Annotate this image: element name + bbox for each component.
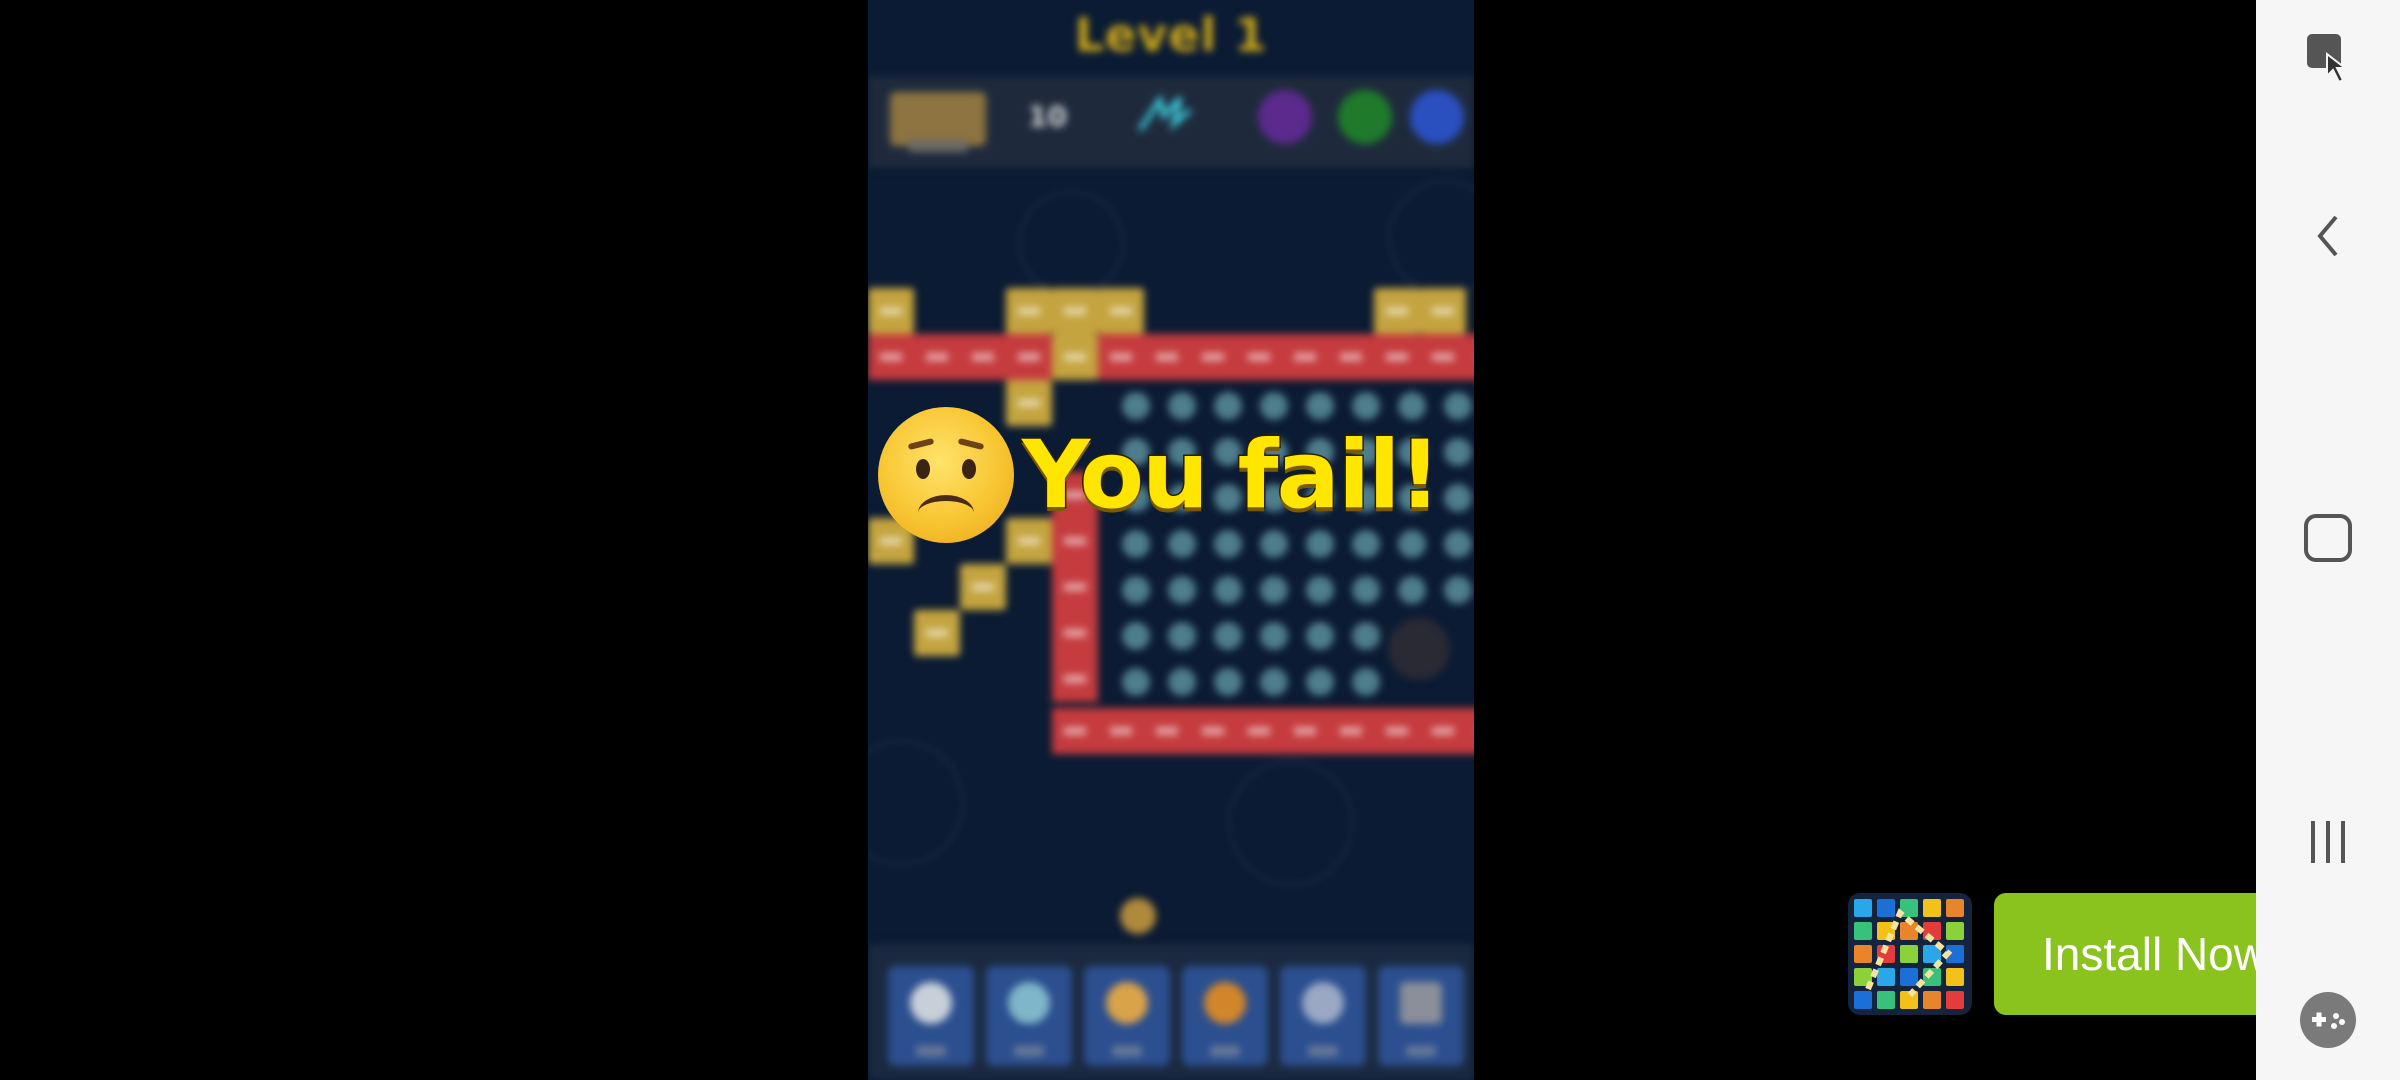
red-brick <box>1144 708 1190 754</box>
shield-powerup[interactable] <box>1280 966 1366 1066</box>
orb-target <box>1214 668 1242 696</box>
red-brick <box>1190 708 1236 754</box>
fail-banner: You fail! <box>878 400 1468 550</box>
red-brick <box>1420 334 1466 380</box>
orb-target <box>1260 622 1288 650</box>
recents-icon[interactable] <box>2298 812 2358 872</box>
red-brick <box>1006 334 1052 380</box>
ball-launcher[interactable] <box>1120 898 1156 934</box>
orb-target <box>1260 576 1288 604</box>
red-brick <box>1328 334 1374 380</box>
red-brick <box>1098 334 1144 380</box>
bomb-enemy <box>1388 618 1450 680</box>
gold-brick <box>914 610 960 656</box>
red-brick <box>1052 708 1098 754</box>
rocket-powerup[interactable] <box>888 966 974 1066</box>
install-ad[interactable]: Install Now <box>1848 893 2274 1015</box>
orb-target <box>1122 622 1150 650</box>
red-brick <box>1190 334 1236 380</box>
hint-bulb-button[interactable] <box>1338 90 1392 144</box>
orb-target <box>1168 668 1196 696</box>
orb-target <box>1306 576 1334 604</box>
gamepad-icon[interactable] <box>2298 990 2358 1050</box>
orb-target <box>1168 622 1196 650</box>
red-brick <box>1144 334 1190 380</box>
gold-brick <box>960 564 1006 610</box>
orb-target <box>1306 622 1334 650</box>
block-powerup[interactable] <box>1378 966 1464 1066</box>
orb-target <box>1444 576 1472 604</box>
gold-brick <box>1374 288 1420 334</box>
orb-target <box>1122 576 1150 604</box>
gold-brick <box>868 288 914 334</box>
red-brick <box>1466 334 1474 380</box>
gold-brick <box>1052 334 1098 380</box>
score-value: 10 <box>1028 100 1067 133</box>
orb-target <box>1122 668 1150 696</box>
red-brick <box>1374 334 1420 380</box>
orb-target <box>1260 668 1288 696</box>
orb-target <box>1306 668 1334 696</box>
top-bar: 10 <box>868 76 1474 168</box>
red-brick <box>1052 564 1098 610</box>
lightning-icon <box>1137 93 1192 132</box>
orb-target <box>1168 576 1196 604</box>
red-brick <box>914 334 960 380</box>
gold-brick <box>1052 288 1098 334</box>
orb-target <box>1352 622 1380 650</box>
orb-target <box>1352 668 1380 696</box>
clock-powerup[interactable] <box>1084 966 1170 1066</box>
red-brick <box>868 334 914 380</box>
fail-message: You fail! <box>1020 419 1442 531</box>
red-brick <box>1466 708 1474 754</box>
sad-face-emoji <box>878 407 1014 543</box>
orb-target <box>1214 576 1242 604</box>
system-navigation-bar <box>2256 0 2400 1080</box>
red-brick <box>1282 334 1328 380</box>
red-brick <box>1374 708 1420 754</box>
red-brick <box>1052 610 1098 656</box>
level-indicator <box>890 92 986 146</box>
red-brick <box>1052 656 1098 702</box>
block-puzzle-app-icon[interactable] <box>1848 893 1972 1015</box>
red-brick <box>1328 708 1374 754</box>
gold-brick <box>1006 288 1052 334</box>
orb-target <box>1398 576 1426 604</box>
red-brick <box>960 334 1006 380</box>
ufo-powerup[interactable] <box>986 966 1072 1066</box>
red-brick <box>1236 334 1282 380</box>
bomb-powerup[interactable] <box>1182 966 1268 1066</box>
powerup-bar <box>868 944 1474 1080</box>
level-progress <box>908 140 968 152</box>
magic-wand-button[interactable] <box>1258 90 1312 144</box>
red-brick <box>1282 708 1328 754</box>
level-title: Level 1 <box>1074 8 1268 62</box>
red-brick <box>1420 708 1466 754</box>
gold-brick <box>1098 288 1144 334</box>
orb-target <box>1214 622 1242 650</box>
chevron-left-icon[interactable] <box>2298 206 2358 266</box>
square-home-icon[interactable] <box>2298 508 2358 568</box>
red-brick <box>1098 708 1144 754</box>
orb-target <box>1352 576 1380 604</box>
red-brick <box>1236 708 1282 754</box>
install-now-button[interactable]: Install Now <box>1994 893 2274 1015</box>
pause-button[interactable] <box>1410 90 1464 144</box>
gold-brick <box>1420 288 1466 334</box>
touch-screenshot-icon[interactable] <box>2298 28 2358 88</box>
